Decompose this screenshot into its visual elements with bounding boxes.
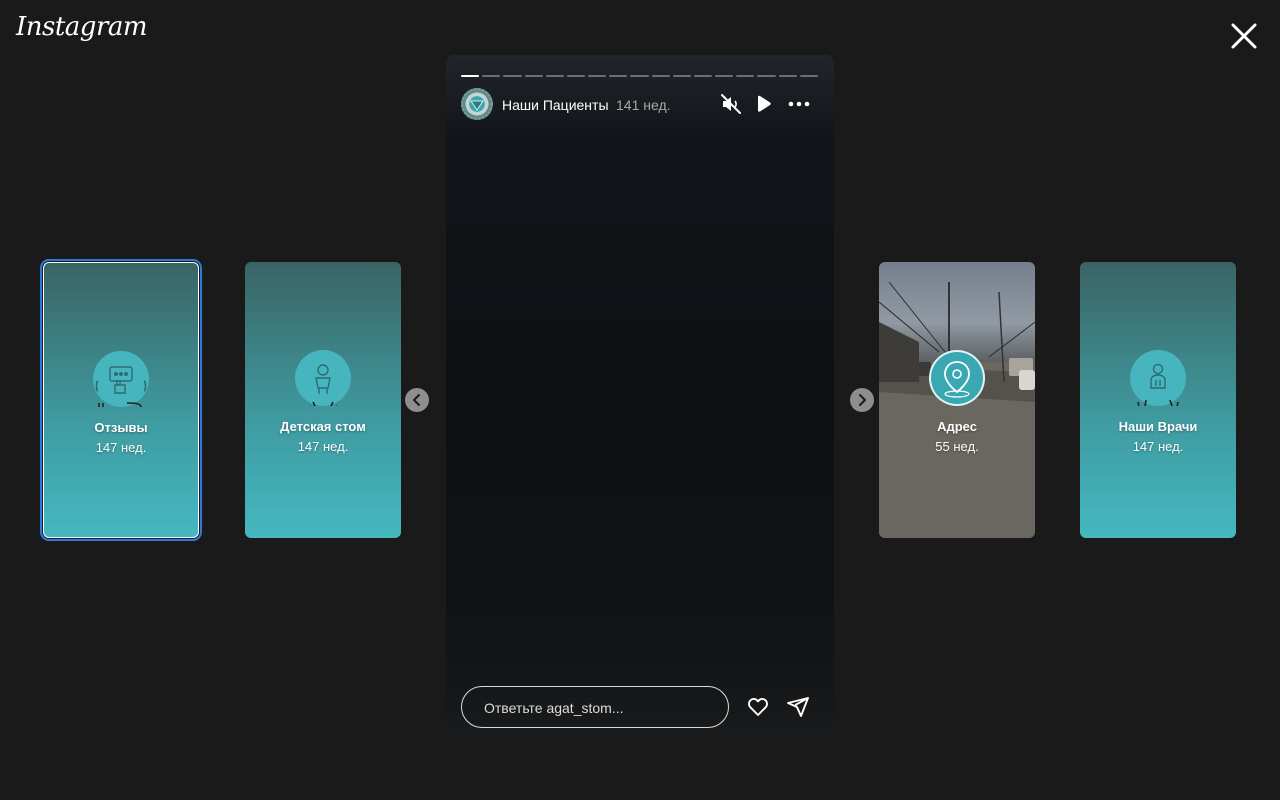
story-header: Наши Пациенты 141 нед. — [461, 88, 819, 120]
progress-segment — [651, 75, 670, 77]
instagram-logo[interactable]: Instagram — [16, 12, 148, 42]
progress-segment — [672, 75, 691, 77]
progress-segment — [524, 75, 543, 77]
story-progress-bar — [461, 75, 818, 77]
volume-muted-icon — [721, 94, 741, 114]
chevron-left-icon — [413, 394, 420, 406]
progress-segment — [503, 75, 522, 77]
avatar[interactable] — [461, 88, 493, 120]
thumbs-up-review-icon — [93, 351, 149, 412]
previous-story-button[interactable] — [405, 388, 429, 412]
reply-field[interactable] — [461, 686, 729, 729]
child-icon — [295, 350, 351, 411]
progress-segment — [778, 75, 797, 77]
story-card-reviews[interactable]: Отзывы 147 нед. — [40, 259, 202, 541]
progress-segment — [757, 75, 776, 77]
story-card-time: 147 нед. — [1132, 439, 1184, 454]
next-story-button[interactable] — [850, 388, 874, 412]
send-icon — [787, 697, 809, 717]
progress-segment — [461, 75, 480, 77]
story-card-time: 147 нед. — [95, 440, 147, 455]
story-card-title: Адрес — [937, 419, 977, 434]
progress-segment — [482, 75, 501, 77]
progress-segment — [588, 75, 607, 77]
story-username[interactable]: Наши Пациенты — [502, 97, 609, 113]
play-icon — [758, 95, 771, 112]
share-button[interactable] — [786, 695, 810, 719]
story-card-our-doctors[interactable]: Наши Врачи 147 нед. — [1080, 262, 1236, 538]
location-pin-icon — [929, 350, 985, 406]
doctor-icon — [1130, 350, 1186, 413]
story-card-title: Отзывы — [94, 420, 148, 435]
progress-segment — [799, 75, 818, 77]
progress-segment — [609, 75, 628, 77]
progress-segment — [545, 75, 564, 77]
more-horizontal-icon — [788, 101, 810, 107]
mute-button[interactable] — [719, 92, 743, 116]
story-card-address[interactable]: Адрес 55 нед. — [879, 262, 1035, 538]
close-icon — [1231, 23, 1257, 49]
story-card-time: 55 нед. — [935, 439, 979, 454]
chevron-right-icon — [859, 394, 866, 406]
reply-input[interactable] — [482, 687, 716, 729]
story-card-title: Наши Врачи — [1118, 419, 1198, 434]
like-button[interactable] — [746, 695, 770, 719]
play-button[interactable] — [751, 92, 775, 116]
progress-segment — [566, 75, 586, 77]
progress-segment — [736, 75, 755, 77]
story-viewer[interactable]: Наши Пациенты 141 нед. — [446, 55, 834, 745]
progress-segment — [715, 75, 734, 77]
close-button[interactable] — [1228, 20, 1260, 52]
progress-segment — [630, 75, 649, 77]
story-card-time: 147 нед. — [297, 439, 349, 454]
more-options-button[interactable] — [787, 92, 811, 116]
story-age: 141 нед. — [616, 97, 671, 113]
heart-icon — [748, 698, 768, 716]
progress-segment — [693, 75, 713, 77]
story-card-title: Детская стом — [280, 419, 366, 434]
story-card-kids-dentistry[interactable]: Детская стом 147 нед. — [245, 262, 401, 538]
